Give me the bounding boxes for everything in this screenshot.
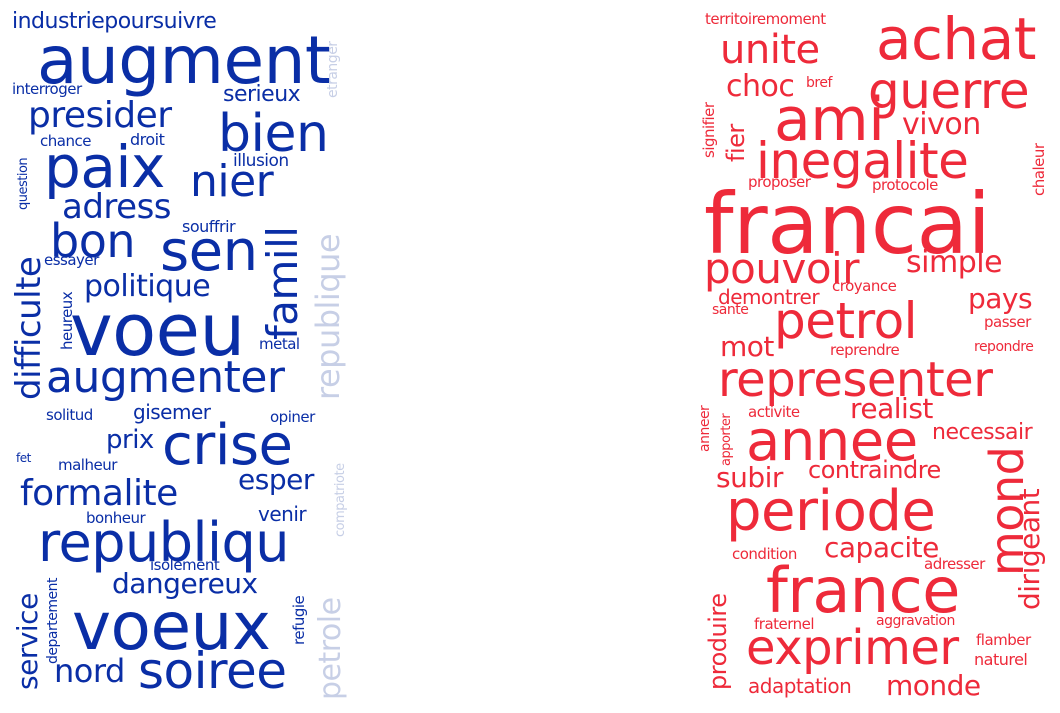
word-adaptation: adaptation (748, 674, 852, 698)
word-metal: metal (259, 335, 300, 353)
word-formalite: formalite (20, 473, 178, 514)
word-exprimer: exprimer (746, 620, 959, 676)
word-achat: achat (876, 5, 1036, 73)
word-nord: nord (54, 652, 125, 690)
word-difficulte: difficulte (9, 256, 49, 400)
word-sante: sante (712, 302, 749, 318)
word-pays: pays (968, 282, 1033, 315)
word-esper: esper (238, 463, 314, 496)
word-etranger: etranger (325, 41, 341, 98)
word-chaleur: chaleur (1030, 143, 1048, 196)
word-produire: produire (704, 593, 732, 690)
word-cloud-left: industriepoursuivre augment etranger int… (0, 0, 360, 713)
word-naturel: naturel (974, 650, 1028, 669)
word-territoiremoment: territoiremoment (705, 10, 826, 28)
word-malheur: malheur (58, 456, 117, 474)
word-serieux: serieux (223, 82, 301, 107)
word-fier: fier (722, 124, 750, 162)
word-famill: famill (258, 226, 307, 340)
word-unite: unite (720, 27, 820, 73)
word-fet: fet (16, 451, 31, 465)
word-republique: republique (309, 233, 347, 400)
word-service: service (11, 593, 44, 690)
word-petrol: petrol (774, 292, 918, 350)
word-petrole: petrole (313, 597, 348, 700)
word-dirigeant: dirigeant (1013, 488, 1046, 610)
word-refugie: refugie (290, 595, 308, 645)
word-passer: passer (984, 313, 1031, 331)
word-simple: simple (906, 245, 1003, 280)
word-question: question (16, 157, 31, 210)
word-augmenter: augmenter (46, 352, 285, 403)
word-anneer: anneer (697, 405, 713, 452)
word-monde: monde (886, 669, 981, 702)
word-solitud: solitud (46, 406, 93, 424)
word-flamber: flamber (976, 631, 1031, 649)
word-signifier: signifier (700, 102, 718, 158)
word-cloud-right: territoiremoment achat unite guerre choc… (690, 0, 1060, 713)
word-nier: nier (190, 156, 274, 207)
word-prix: prix (106, 425, 154, 455)
word-essayer: essayer (44, 251, 99, 269)
word-apporter: apporter (719, 413, 734, 466)
word-compatriote: compatriote (333, 463, 348, 537)
word-soiree: soiree (138, 642, 287, 700)
word-necessair: necessair (932, 420, 1033, 445)
word-presider: presider (28, 95, 172, 136)
